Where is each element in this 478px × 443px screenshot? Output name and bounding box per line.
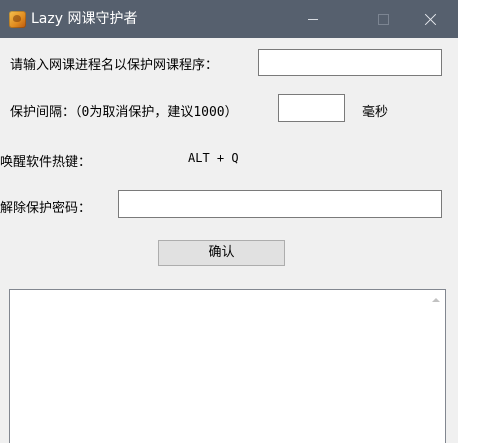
- minimize-button[interactable]: [290, 0, 336, 38]
- maximize-icon: [378, 14, 389, 25]
- minimize-icon: [308, 19, 318, 20]
- hotkey-label: 唤醒软件热键：: [0, 155, 92, 170]
- app-logo-icon: [9, 11, 26, 28]
- vertical-scrollbar[interactable]: [428, 290, 445, 443]
- title-bar[interactable]: Lazy 网课守护者: [0, 0, 458, 38]
- process-name-label: 请输入网课进程名以保护网课程序：: [10, 58, 219, 73]
- window-title: Lazy 网课守护者: [31, 11, 138, 27]
- close-icon: [425, 13, 437, 25]
- log-textarea[interactable]: [9, 289, 446, 443]
- maximize-button[interactable]: [360, 0, 406, 38]
- close-button[interactable]: [408, 0, 454, 38]
- scroll-up-arrow-icon[interactable]: [432, 298, 440, 302]
- password-input[interactable]: [118, 190, 442, 218]
- interval-label: 保护间隔：（0为取消保护，建议1000）: [10, 105, 238, 120]
- process-name-input[interactable]: [258, 49, 442, 76]
- interval-unit-label: 毫秒: [362, 105, 389, 120]
- password-label: 解除保护密码：: [0, 201, 92, 216]
- interval-input[interactable]: [278, 94, 345, 122]
- confirm-button[interactable]: 确认: [158, 240, 285, 266]
- hotkey-value: ALT + Q: [188, 151, 239, 165]
- app-window: Lazy 网课守护者 请输入网课进程名以保护网课程序： 保护间隔：（0为取消保护…: [0, 0, 458, 443]
